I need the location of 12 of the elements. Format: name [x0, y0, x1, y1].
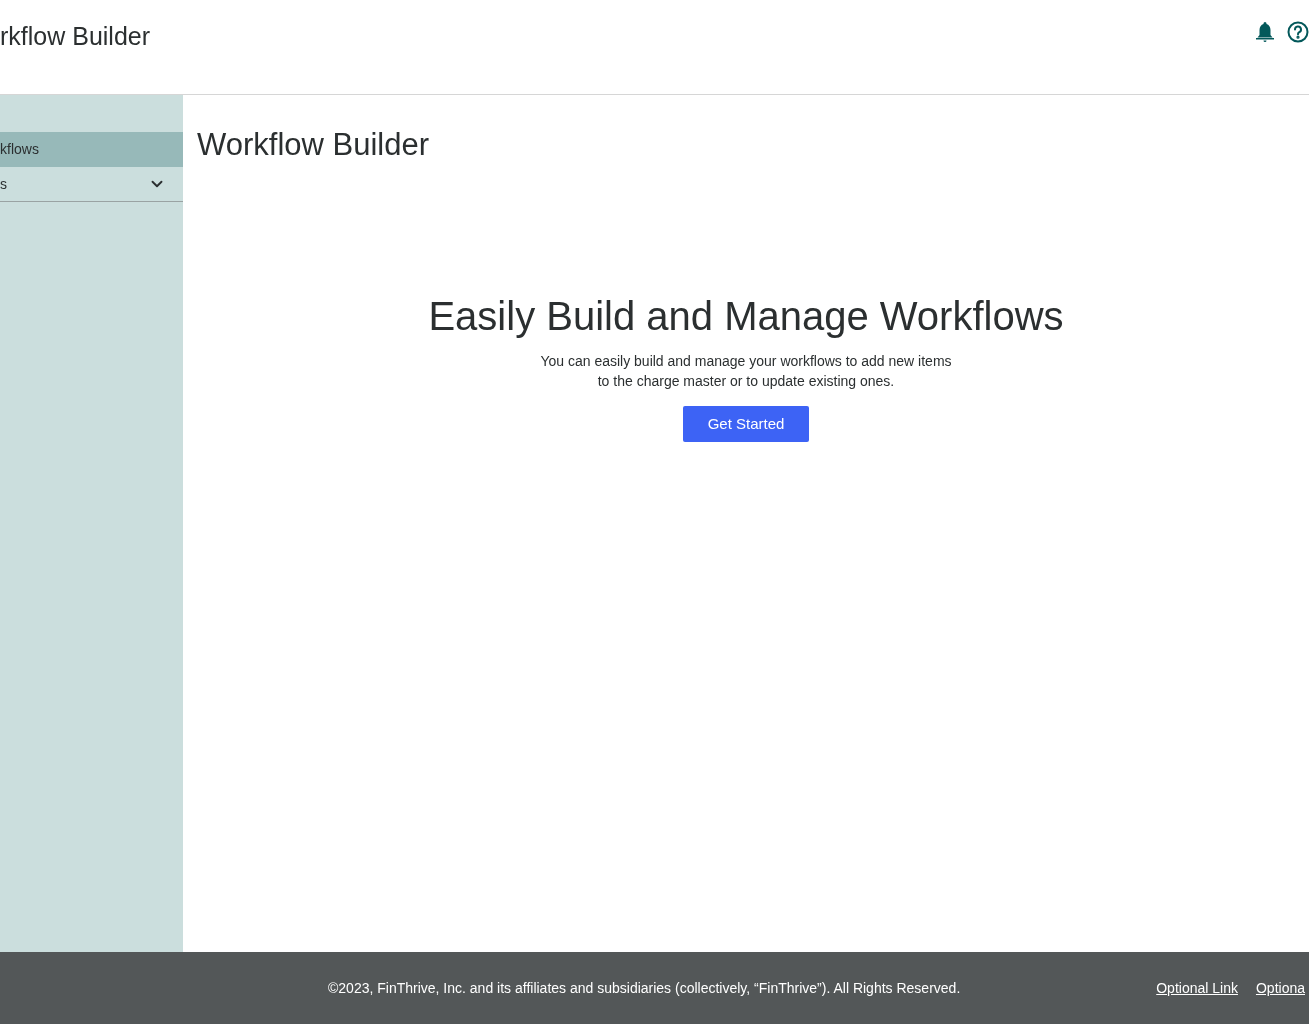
hero-description: You can easily build and manage your workflows to add new items to the charge master or to update existing ones.	[540, 352, 952, 391]
sidebar-item[interactable]: s	[0, 167, 183, 202]
page-title: Workflow Builder	[197, 126, 429, 164]
copyright-text: ©2023, FinThrive, Inc. and its affiliates and subsidiaries (collectively, “FinThrive”). All Rights Reserved.	[328, 978, 961, 998]
hero-heading: Easily Build and Manage Workflows	[428, 293, 1064, 340]
sidebar-item[interactable]: kflows	[0, 132, 183, 167]
footer-link[interactable]: Optional Link	[1156, 977, 1238, 999]
get-started-button[interactable]: Get Started	[683, 406, 809, 442]
footer-link[interactable]: Optiona	[1255, 977, 1305, 999]
app-title: rkflow Builder	[0, 21, 151, 52]
help-icon[interactable]	[1287, 21, 1309, 43]
bell-icon[interactable]	[1255, 21, 1275, 43]
